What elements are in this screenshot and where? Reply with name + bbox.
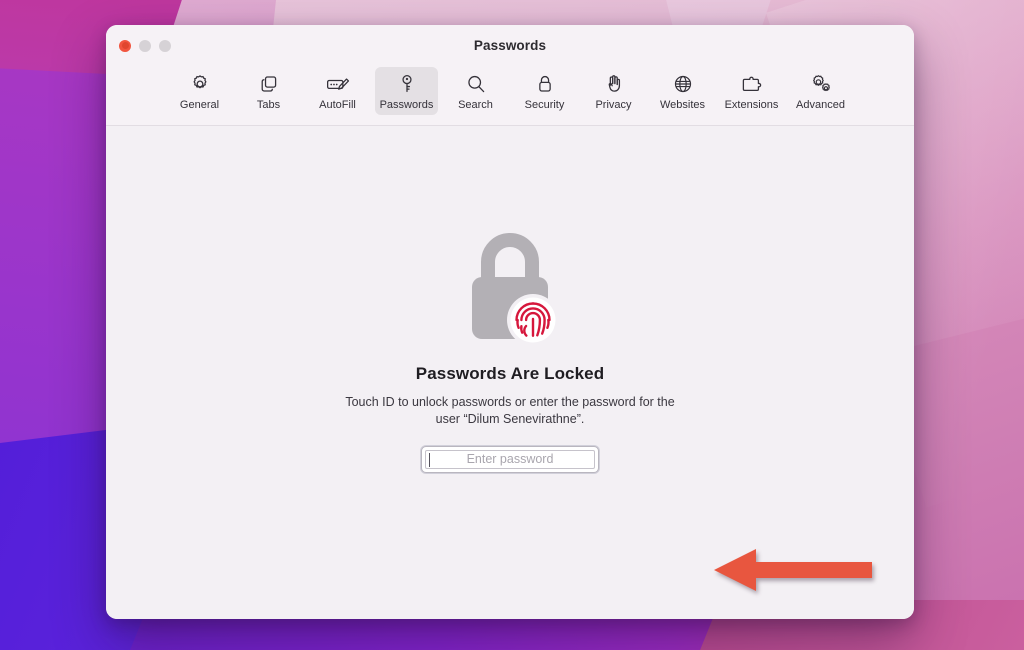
toolbar-item-search[interactable]: Search [444, 67, 507, 115]
key-icon [397, 72, 417, 96]
toolbar-item-label: Advanced [796, 99, 845, 111]
toolbar-item-label: AutoFill [319, 99, 356, 111]
puzzle-icon [740, 72, 764, 96]
password-entry-row [421, 445, 599, 473]
toolbar-item-label: General [179, 99, 220, 111]
gears-icon [809, 72, 833, 96]
locked-description: Touch ID to unlock passwords or enter th… [345, 395, 675, 426]
toolbar-item-label: Tabs [256, 99, 281, 111]
toolbar-item-advanced[interactable]: Advanced [789, 67, 852, 115]
window-title: Passwords [473, 38, 547, 53]
toolbar-item-extensions[interactable]: Extensions [720, 67, 783, 115]
toolbar-item-websites[interactable]: Websites [651, 67, 714, 115]
toolbar-item-tabs[interactable]: Tabs [237, 67, 300, 115]
magnifier-icon [465, 72, 487, 96]
toolbar-item-label: Search [458, 99, 493, 111]
window-titlebar: Passwords [106, 25, 914, 66]
password-focus-ring [421, 445, 599, 473]
padlock-icon [535, 72, 555, 96]
hand-icon [604, 72, 624, 96]
toolbar-item-privacy[interactable]: Privacy [582, 67, 645, 115]
safari-preferences-window: Passwords General Tabs AutoFill Password… [106, 25, 914, 619]
toolbar-item-label: Websites [659, 99, 706, 111]
annotation-arrow-icon [712, 548, 874, 592]
text-caret-icon [429, 452, 430, 467]
gear-icon [189, 72, 211, 96]
toolbar-item-security[interactable]: Security [513, 67, 576, 115]
tabs-icon [258, 72, 280, 96]
preferences-toolbar: General Tabs AutoFill Passwords Search S… [106, 66, 914, 126]
globe-icon [672, 72, 694, 96]
desktop-wallpaper: Passwords General Tabs AutoFill Password… [0, 0, 1024, 650]
toolbar-item-passwords[interactable]: Passwords [375, 67, 438, 116]
toolbar-item-autofill[interactable]: AutoFill [306, 67, 369, 115]
passwords-locked-pane: Passwords Are Locked Touch ID to unlock … [106, 126, 914, 619]
page-title: Passwords Are Locked [415, 364, 605, 383]
toolbar-item-label: Extensions [724, 99, 779, 111]
autofill-icon [326, 72, 350, 96]
password-input[interactable] [425, 449, 595, 469]
toolbar-item-label: Passwords [379, 99, 434, 111]
lock-with-fingerprint-icon [458, 231, 562, 347]
toolbar-item-general[interactable]: General [168, 67, 231, 115]
toolbar-item-label: Privacy [595, 99, 632, 111]
toolbar-item-label: Security [524, 99, 565, 111]
